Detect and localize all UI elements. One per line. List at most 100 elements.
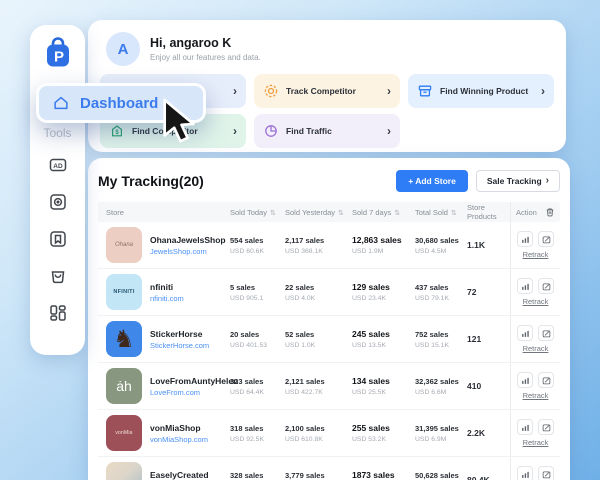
chart-action-button[interactable] [517,419,533,435]
sidebar-item-saved[interactable] [48,229,68,249]
edit-action-button[interactable] [538,372,554,388]
retrack-link[interactable]: Retrack [523,438,549,447]
chevron-right-icon: › [233,125,237,137]
column-store: Store [98,208,230,217]
store-logo-text: NFINITI [113,289,134,295]
sold-today-usd: USD 60.6K [230,248,285,255]
sold-today-value: 323 sales [230,377,285,386]
edit-icon [542,470,551,479]
store-logo: ♞ [106,321,142,357]
table-row: ♞ StickerHorse StickerHorse.com 20 sales… [98,316,560,363]
chart-icon [521,376,530,385]
greeting-subtitle: Enjoy all our features and data. [150,53,261,62]
sold-7-days-value: 12,863 sales [352,235,415,245]
edit-action-button[interactable] [538,278,554,294]
store-domain-link[interactable]: JewelsShop.com [150,247,226,256]
product-box-icon [48,192,68,212]
store-domain-link[interactable]: LoveFrom.com [150,388,230,397]
edit-action-button[interactable] [538,419,554,435]
sold-yesterday-value: 52 sales [285,330,352,339]
column-sold-7-days[interactable]: Sold 7 days⇅ [352,208,415,217]
store-logo-text: ȧh [116,378,132,394]
chart-icon [521,423,530,432]
chevron-right-icon: › [546,176,549,186]
table-row: NFINITI nfiniti nfiniti.com 5 salesUSD 9… [98,269,560,316]
table-header: Store Sold Today⇅ Sold Yesterday⇅ Sold 7… [98,202,560,222]
logo-letter: P [53,49,63,66]
total-sold-value: 437 sales [415,283,467,292]
store-name: vonMiaShop [150,423,208,433]
chart-icon [521,282,530,291]
add-store-button[interactable]: + Add Store [396,170,468,192]
dashboard-menu-label: Dashboard [80,95,158,112]
sold-7-days-usd: USD 13.5K [352,342,415,349]
card-label: Track Competitor [286,86,356,96]
sold-yesterday-usd: USD 1.0K [285,342,352,349]
column-total-sold[interactable]: Total Sold⇅ [415,208,467,217]
sold-today-value: 20 sales [230,330,285,339]
store-products-value: 2.2K [467,428,510,438]
sort-icon[interactable]: ⇅ [270,210,276,217]
sold-yesterday-value: 2,117 sales [285,236,352,245]
edit-action-button[interactable] [538,325,554,341]
retrack-link[interactable]: Retrack [523,344,549,353]
sort-icon[interactable]: ⇅ [451,210,457,217]
sold-7-days-usd: USD 23.4K [352,295,415,302]
sidebar-item-ads[interactable]: AD [48,155,68,175]
column-sold-today[interactable]: Sold Today⇅ [230,208,285,217]
store-products-value: 72 [467,287,510,297]
sold-today-value: 328 sales [230,471,285,480]
page-title: My Tracking(20) [98,173,204,189]
store-domain-link[interactable]: nfiniti.com [150,294,184,303]
app-logo[interactable]: P [42,36,74,70]
column-action: Action [510,202,560,222]
store-products-value: 410 [467,381,510,391]
sold-today-usd: USD 905.1 [230,295,285,302]
table-row: EaselyCreated EaselyCreated.com 328 sale… [98,457,560,480]
column-sold-yesterday[interactable]: Sold Yesterday⇅ [285,208,352,217]
store-domain-link[interactable]: StickerHorse.com [150,341,209,350]
card-find-winning-product[interactable]: Find Winning Product › [408,74,554,108]
sold-today-usd: USD 92.5K [230,436,285,443]
card-track-competitor[interactable]: Track Competitor › [254,74,400,108]
sold-yesterday-value: 3,779 sales [285,471,352,480]
chart-action-button[interactable] [517,231,533,247]
total-sold-usd: USD 79.1K [415,295,467,302]
sale-tracking-button[interactable]: Sale Tracking › [476,170,560,192]
edit-icon [542,235,551,244]
total-sold-value: 752 sales [415,330,467,339]
card-find-traffic[interactable]: Find Traffic › [254,114,400,148]
retrack-link[interactable]: Retrack [523,297,549,306]
sort-icon[interactable]: ⇅ [338,210,344,217]
sidebar-item-stores[interactable] [48,266,68,286]
bookmark-icon [48,229,68,249]
chart-action-button[interactable] [517,325,533,341]
store-name: LoveFromAuntyHelen [150,376,230,386]
sidebar-item-apps[interactable] [48,303,68,323]
sidebar-item-products[interactable] [48,192,68,212]
chart-action-button[interactable] [517,466,533,480]
store-logo-text: Ohana [115,242,133,248]
svg-text:AD: AD [53,163,63,170]
total-sold-value: 32,362 sales [415,377,467,386]
svg-text:$: $ [115,130,119,136]
edit-icon [542,329,551,338]
edit-action-button[interactable] [538,231,554,247]
chart-action-button[interactable] [517,278,533,294]
total-sold-usd: USD 4.5M [415,248,467,255]
sort-icon[interactable]: ⇅ [394,210,400,217]
retrack-link[interactable]: Retrack [523,250,549,259]
store-logo: vonMia [106,415,142,451]
store-products-value: 1.1K [467,240,510,250]
home-icon [52,94,70,112]
ad-icon: AD [48,155,68,175]
store-domain-link[interactable]: vonMiaShop.com [150,435,208,444]
trash-icon[interactable] [545,207,555,217]
chevron-right-icon: › [387,85,391,97]
store-name: nfiniti [150,282,184,292]
chart-action-button[interactable] [517,372,533,388]
sold-7-days-value: 255 sales [352,423,415,433]
edit-action-button[interactable] [538,466,554,480]
table-row: ȧh LoveFromAuntyHelen LoveFrom.com 323 s… [98,363,560,410]
retrack-link[interactable]: Retrack [523,391,549,400]
